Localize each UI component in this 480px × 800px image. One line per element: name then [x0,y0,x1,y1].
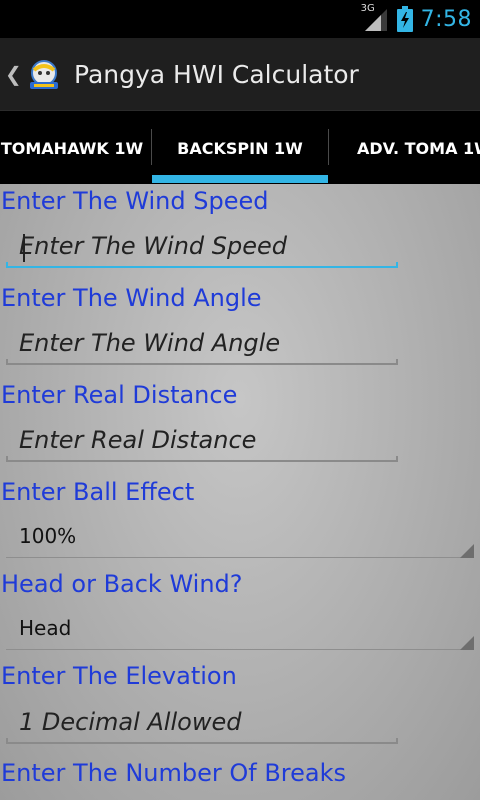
app-logo-icon[interactable] [26,56,62,92]
battery-icon [396,6,413,32]
input-underline [6,359,398,365]
signal-icon: 3G [360,3,389,33]
ball-effect-spinner[interactable]: 100% [6,516,474,562]
tab-bar: TOMAHAWK 1W BACKSPIN 1W ADV. TOMA 1W [0,110,480,185]
tab-backspin-1w[interactable]: BACKSPIN 1W [152,111,328,185]
ball-effect-label: Enter Ball Effect [1,478,195,506]
tab-selected-indicator [152,175,328,183]
status-icons: 3G 7:58 [360,3,472,34]
status-clock: 7:58 [420,6,472,32]
tab-tomahawk-1w[interactable]: TOMAHAWK 1W [0,111,152,185]
action-bar: ❮ Pangya HWI Calculator [0,38,480,110]
network-type: 3G [360,3,375,14]
elevation-input[interactable]: 1 Decimal Allowed [6,698,398,750]
tab-label: BACKSPIN 1W [177,138,303,158]
ball-effect-value: 100% [19,524,77,548]
back-chevron-icon[interactable]: ❮ [5,62,22,86]
dropdown-arrow-icon [460,636,474,650]
real-distance-input[interactable]: Enter Real Distance [6,416,398,468]
dropdown-arrow-icon [460,544,474,558]
elevation-label: Enter The Elevation [1,662,237,690]
wind-speed-input[interactable]: Enter The Wind Speed [6,222,398,274]
input-underline [6,456,398,462]
tab-label: ADV. TOMA 1W [357,138,480,158]
head-back-wind-spinner[interactable]: Head [6,608,474,654]
input-underline [6,262,398,268]
input-underline [6,738,398,744]
status-bar: 3G 7:58 [0,0,480,38]
spinner-underline [6,557,474,558]
tab-label: TOMAHAWK 1W [0,138,144,158]
tab-adv-toma-1w[interactable]: ADV. TOMA 1W [329,111,480,185]
real-distance-label: Enter Real Distance [1,381,238,409]
calculator-form: Enter The Wind Speed Enter The Wind Spee… [0,184,480,800]
head-back-wind-value: Head [19,616,72,640]
wind-speed-placeholder: Enter The Wind Speed [19,232,288,260]
real-distance-placeholder: Enter Real Distance [19,426,257,454]
app-title: Pangya HWI Calculator [74,60,359,89]
head-back-wind-label: Head or Back Wind? [1,570,243,598]
wind-speed-label: Enter The Wind Speed [1,187,269,215]
elevation-placeholder: 1 Decimal Allowed [19,708,242,736]
spinner-underline [6,649,474,650]
wind-angle-input[interactable]: Enter The Wind Angle [6,319,398,371]
wind-angle-label: Enter The Wind Angle [1,284,262,312]
wind-angle-placeholder: Enter The Wind Angle [19,329,281,357]
breaks-label: Enter The Number Of Breaks [1,759,346,787]
